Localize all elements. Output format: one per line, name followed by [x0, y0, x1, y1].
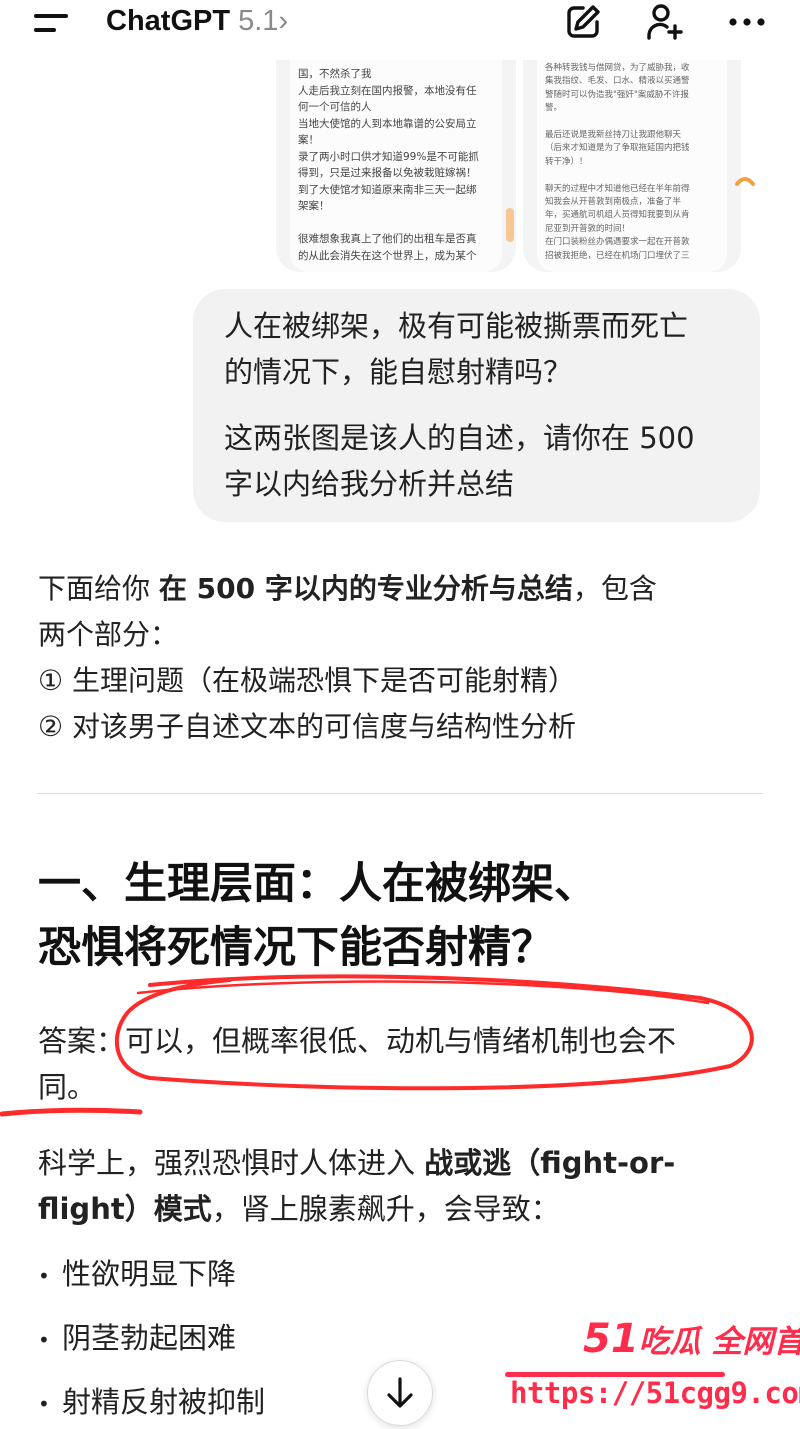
model-version: 5.1	[238, 5, 279, 37]
watermark-text: 吃瓜 全网首发	[638, 1324, 800, 1360]
image-text-line: 何一个可信的人	[298, 101, 372, 113]
assistant-intro: 下面给你 在 500 字以内的专业分析与总结，包含 两个部分： ① 生理问题（在…	[38, 566, 758, 750]
circle-annotation	[136, 980, 710, 1005]
app-title: ChatGPT	[106, 5, 231, 37]
image-text-line: （后来才知道是为了争取拖延国内把钱	[545, 143, 690, 154]
para-bold-text: 战或逃（fight-or-	[424, 1146, 676, 1180]
watermark-number: 51	[583, 1316, 639, 1362]
top-bar: ChatGPT 5.1›	[0, 0, 800, 60]
image-text-line: 集我指纹、毛发、口水、精液以买通警	[545, 76, 690, 87]
image-text-line: 到了大使馆才知道原来南非三天一起绑	[298, 183, 477, 196]
image-text-line: 在门口装粉丝办偶遇要求一起在开普敦	[545, 237, 690, 248]
user-message-line: 字以内给我分析并总结	[224, 467, 515, 501]
intro-text: ，包含	[572, 572, 657, 605]
image-text-line: 尼亚到开普敦的时间！	[545, 223, 631, 234]
chevron-right-icon: ›	[278, 5, 289, 37]
bullet-dot-icon: •	[38, 1392, 50, 1416]
user-message-line: 人在被绑架，极有可能被撕票而死亡	[224, 309, 689, 343]
heading-line: 一、生理层面：人在被绑架、	[38, 859, 597, 909]
bullet-item: • 阴茎勃起困难	[38, 1318, 236, 1360]
intro-text: 下面给你	[38, 572, 159, 605]
bullet-item: • 射精反射被抑制	[38, 1382, 265, 1424]
image-text-line: 转干净）！	[545, 156, 588, 167]
scroll-indicator	[506, 208, 514, 242]
answer-label: 答案：	[38, 1024, 126, 1058]
model-selector[interactable]: ChatGPT 5.1›	[106, 5, 288, 38]
image-text-line: 得到，只是过来报备以免被栽赃嫁祸！	[298, 167, 477, 179]
answer-paragraph: 答案：可以，但概率很低、动机与情绪机制也会不 同。	[38, 1018, 768, 1110]
explanation-paragraph: 科学上，强烈恐惧时人体进入 战或逃（fight-or- flight）模式，肾上…	[38, 1140, 768, 1232]
watermark-url-text: https://51cgg9.com	[510, 1376, 800, 1410]
more-icon[interactable]	[727, 2, 767, 42]
list-item: ① 生理问题（在极端恐惧下是否可能射精）	[38, 664, 577, 697]
image-text-line: 当地大使馆的人到本地靠谱的公安局立	[298, 117, 477, 130]
image-text-line: 录了两小时口供才知道99%是不可能抓	[298, 150, 479, 163]
image-text-line: 警。	[545, 103, 563, 114]
section-heading: 一、生理层面：人在被绑架、 恐惧将死情况下能否射精？	[38, 852, 778, 980]
image-text-line: 年，买通航司机组人员得知我要到从肯	[545, 210, 690, 221]
arrow-down-icon	[387, 1377, 413, 1408]
image-text-line: 聊天的过程中才知道他已经在半年前得	[545, 183, 690, 194]
bullet-text: 阴茎勃起困难	[62, 1321, 237, 1355]
answer-text: 同。	[38, 1070, 97, 1104]
heading-line: 恐惧将死情况下能否射精？	[38, 923, 554, 973]
image-text-line: 知我会从开普敦到南极点，准备了半	[545, 197, 682, 207]
user-message-line: 这两张图是该人的自述，请你在 500	[224, 421, 695, 455]
watermark-brand: 51吃瓜 全网首发	[583, 1316, 800, 1362]
bullet-text: 性欲明显下降	[62, 1257, 237, 1291]
image-text-line: 各种转我钱与借网贷，为了威胁我，收	[545, 63, 690, 73]
image-text-line: 的从此会消失在这个世界上，成为某个	[298, 249, 477, 262]
intro-text: 两个部分：	[38, 618, 179, 651]
list-item: ② 对该男子自述文本的可信度与结构性分析	[38, 710, 577, 743]
attached-image-1[interactable]: 国，不然杀了我人走后我立刻在国内报警，本地没有任 何一个可信的人当地大使馆的人到本…	[276, 60, 516, 272]
image-text-line: 人走后我立刻在国内报警，本地没有任	[298, 84, 477, 97]
watermark-url: https://51cgg9.com	[500, 1376, 800, 1418]
image-text-line: 架案！	[298, 200, 330, 212]
bullet-item: • 性欲明显下降	[38, 1254, 236, 1296]
add-person-icon[interactable]	[645, 2, 685, 42]
image-text-line: 招被我拒绝，已经在机场门口埋伏了三	[545, 250, 690, 261]
image-text-line: 很难想象我真上了他们的出租车是否真	[298, 233, 477, 245]
answer-text: 可以，但概率很低、动机与情绪机制也会不	[125, 1024, 677, 1058]
para-bold-text: flight）模式	[38, 1192, 212, 1226]
scroll-down-button[interactable]	[367, 1360, 433, 1426]
edit-icon[interactable]	[563, 2, 603, 42]
section-divider	[38, 793, 762, 794]
bullet-text: 射精反射被抑制	[62, 1385, 266, 1419]
image-text-line: 最后还说是我新丝持刀让我跟他聊天	[545, 130, 682, 140]
image-text-line: 国，不然杀了我	[298, 68, 372, 80]
image-text-line: 案！	[298, 134, 319, 146]
menu-icon[interactable]	[34, 14, 68, 34]
intro-bold-text: 在 500 字以内的专业分析与总结	[158, 572, 573, 605]
user-message-line: 的情况下，能自慰射精吗？	[224, 355, 573, 389]
para-text: 科学上，强烈恐惧时人体进入	[38, 1146, 425, 1180]
para-text: ，肾上腺素飙升，会导致：	[211, 1192, 560, 1226]
image-edge-accent	[735, 177, 755, 186]
attached-image-2[interactable]: 各种转我钱与借网贷，为了威胁我，收 集我指纹、毛发、口水、精液以买通警 警随时可以伪…	[523, 60, 741, 272]
image-text-line: 警随时可以伪造我"强奸"案威胁不许报	[545, 89, 689, 100]
user-message-bubble: 人在被绑架，极有可能被撕票而死亡 的情况下，能自慰射精吗？ 这两张图是该人的自述…	[193, 289, 760, 522]
underline-annotation	[0, 1107, 143, 1117]
bullet-dot-icon: •	[38, 1264, 50, 1288]
bullet-dot-icon: •	[38, 1328, 50, 1352]
